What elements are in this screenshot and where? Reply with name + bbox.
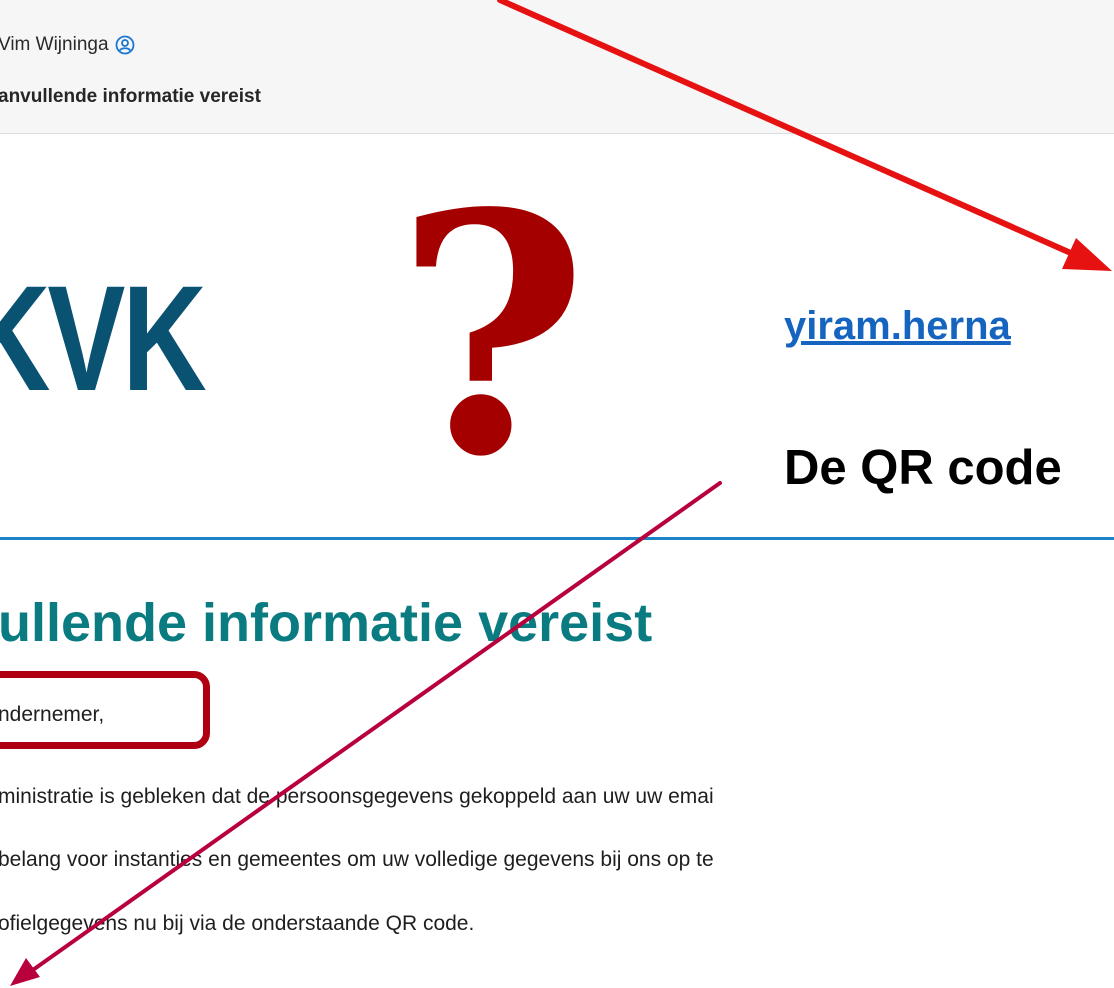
red-arrow	[497, 0, 1112, 271]
crimson-arrow	[10, 481, 722, 986]
annotation-arrows	[10, 0, 1112, 986]
